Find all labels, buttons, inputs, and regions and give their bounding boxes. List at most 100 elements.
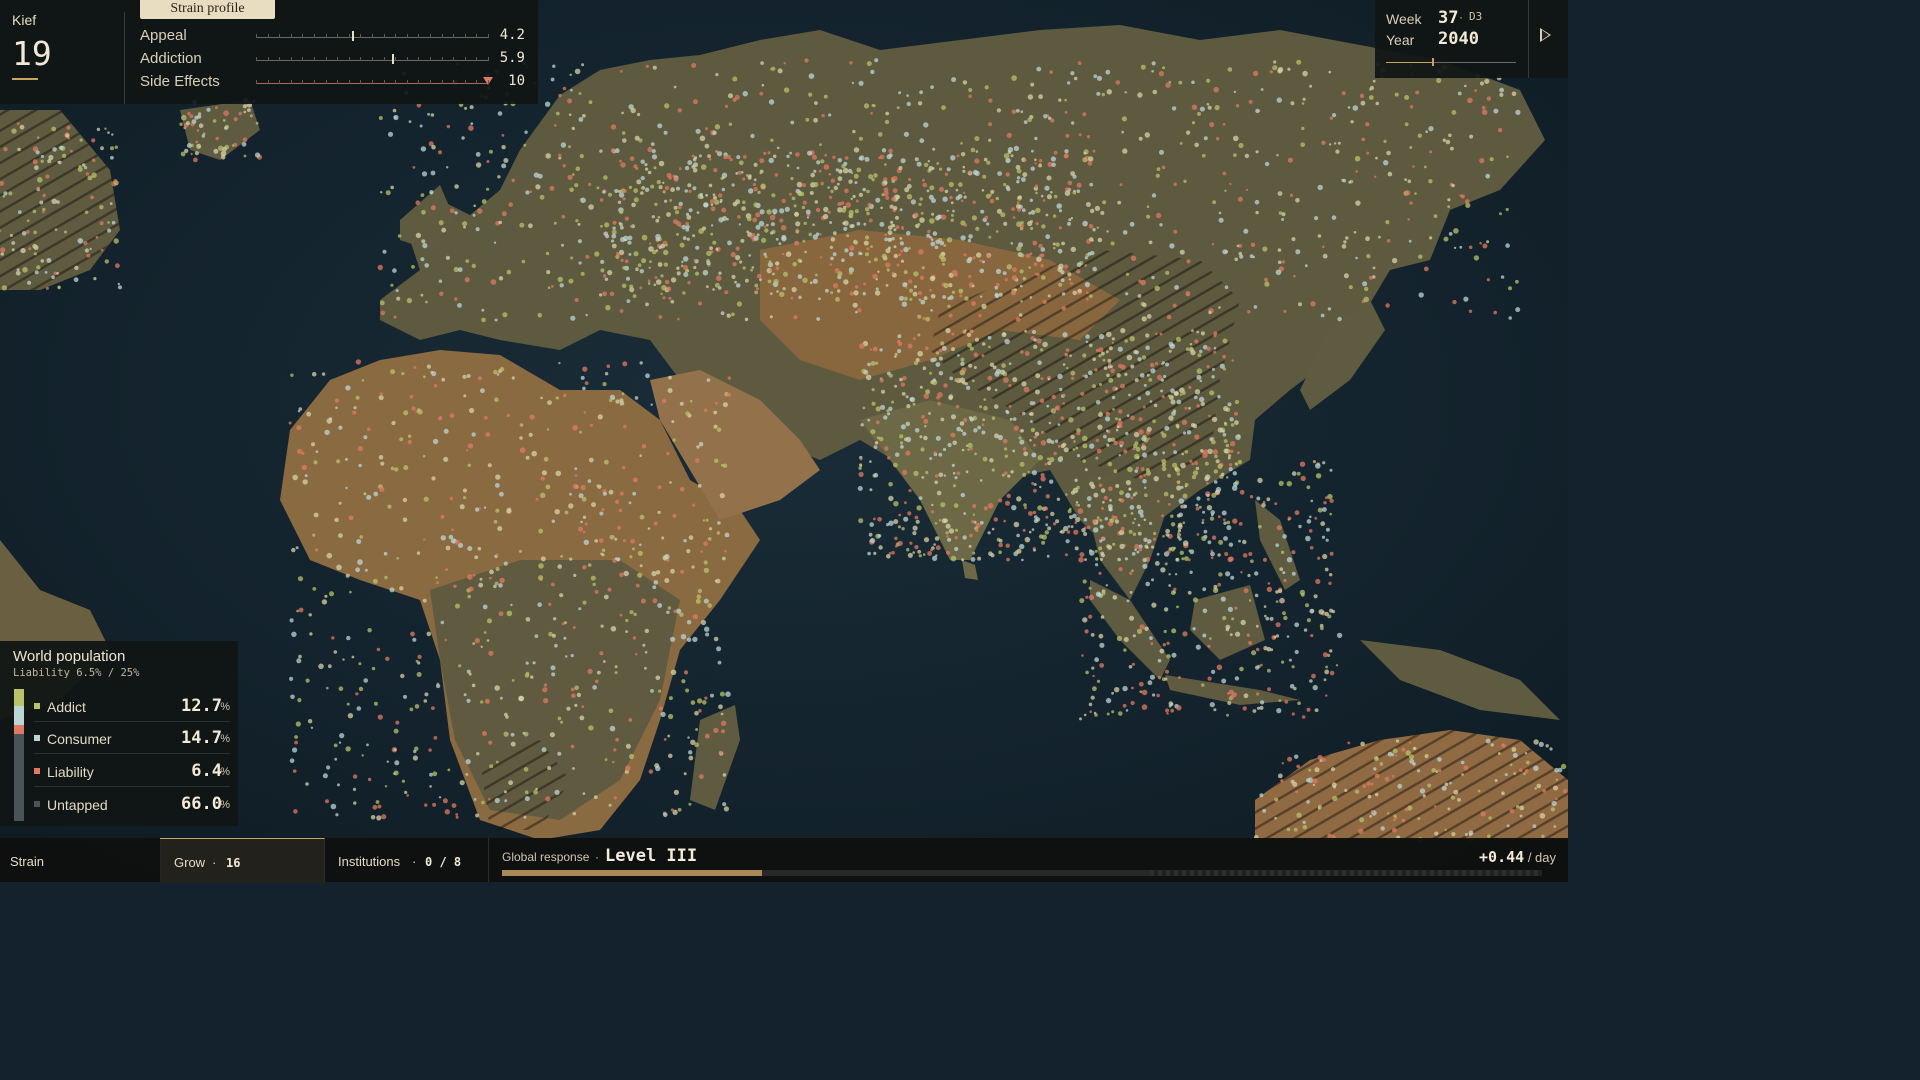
population-dot bbox=[728, 93, 733, 99]
population-dot bbox=[1418, 254, 1423, 259]
population-dot bbox=[1284, 700, 1289, 704]
population-dot bbox=[918, 291, 922, 296]
population-dot bbox=[667, 606, 672, 610]
population-dot bbox=[1088, 156, 1094, 162]
population-dot bbox=[1082, 157, 1088, 163]
population-dot bbox=[930, 510, 935, 514]
population-dot bbox=[1054, 439, 1059, 443]
population-dot bbox=[917, 549, 922, 554]
population-dot bbox=[572, 767, 575, 770]
population-dot bbox=[438, 220, 444, 226]
population-dot bbox=[778, 242, 782, 246]
population-dot bbox=[833, 283, 839, 289]
population-dot bbox=[860, 252, 863, 255]
global-response-label: Global response bbox=[502, 850, 590, 864]
population-dot bbox=[718, 750, 723, 755]
population-dot bbox=[896, 339, 901, 344]
population-dot bbox=[1136, 628, 1143, 635]
population-dot bbox=[1171, 652, 1177, 658]
population-dot bbox=[1074, 546, 1079, 551]
population-dot bbox=[1100, 211, 1105, 215]
tab-grow[interactable]: Grow · 16 bbox=[160, 838, 325, 883]
population-dot bbox=[1056, 203, 1062, 209]
population-dot bbox=[490, 279, 497, 285]
population-dot bbox=[459, 780, 465, 786]
population-dot bbox=[1485, 173, 1491, 179]
population-dot bbox=[501, 134, 505, 137]
population-dot bbox=[1222, 432, 1227, 437]
population-dot bbox=[1035, 207, 1041, 214]
population-dot bbox=[1046, 554, 1050, 558]
population-dot bbox=[462, 374, 467, 379]
population-dot bbox=[909, 541, 913, 545]
population-dot bbox=[1223, 439, 1228, 443]
population-dot bbox=[1138, 417, 1143, 422]
population-dot bbox=[704, 626, 710, 632]
population-dot bbox=[717, 660, 722, 665]
population-dot bbox=[668, 375, 672, 380]
population-dot bbox=[1375, 101, 1380, 106]
population-dot bbox=[1049, 70, 1053, 74]
population-dot bbox=[1231, 485, 1238, 491]
population-dot bbox=[1106, 331, 1112, 338]
population-dot bbox=[1019, 227, 1024, 231]
population-dot bbox=[1266, 646, 1272, 652]
population-dot bbox=[1006, 132, 1012, 138]
population-dot bbox=[1170, 514, 1174, 518]
population-dot bbox=[692, 503, 696, 507]
population-dot bbox=[1194, 461, 1198, 466]
population-dot bbox=[1070, 281, 1073, 285]
population-dot bbox=[1209, 390, 1215, 396]
strain-profile-tab[interactable]: Strain profile bbox=[140, 0, 275, 19]
population-stacked-bar bbox=[14, 689, 24, 821]
population-dot bbox=[110, 146, 114, 151]
population-dot bbox=[1468, 245, 1473, 250]
population-dot bbox=[720, 720, 727, 726]
play-icon[interactable] bbox=[1540, 28, 1551, 42]
population-dot bbox=[1091, 384, 1097, 389]
population-dot bbox=[596, 484, 600, 488]
population-dot bbox=[607, 270, 613, 276]
population-dot bbox=[994, 433, 999, 439]
population-dot bbox=[597, 414, 603, 420]
population-dot bbox=[498, 220, 503, 225]
population-dot bbox=[1003, 377, 1009, 383]
population-dot bbox=[884, 233, 887, 237]
population-dot bbox=[1322, 652, 1328, 658]
population-dot bbox=[793, 204, 797, 208]
population-dot bbox=[965, 470, 969, 474]
population-dot bbox=[919, 275, 925, 280]
population-dot bbox=[934, 536, 940, 541]
population-dot bbox=[652, 585, 657, 590]
population-dot bbox=[873, 472, 879, 478]
population-dot bbox=[54, 228, 58, 232]
population-dot bbox=[1453, 246, 1457, 250]
population-dot bbox=[1191, 121, 1196, 125]
population-dot bbox=[1095, 563, 1099, 567]
population-dot bbox=[395, 720, 400, 725]
population-dot bbox=[1100, 615, 1105, 619]
population-dot bbox=[1278, 589, 1283, 594]
population-dot bbox=[468, 672, 472, 676]
population-dot bbox=[1176, 472, 1181, 476]
population-dot bbox=[721, 207, 727, 213]
population-dot bbox=[870, 429, 876, 435]
population-dot bbox=[667, 734, 671, 738]
population-dot bbox=[562, 86, 567, 91]
population-dot bbox=[935, 239, 940, 245]
population-dot bbox=[1149, 400, 1153, 403]
tab-strain[interactable]: Strain bbox=[0, 838, 161, 882]
population-dot bbox=[1013, 521, 1020, 528]
population-dot bbox=[1387, 751, 1393, 757]
population-dot bbox=[1152, 693, 1156, 697]
population-dot bbox=[352, 774, 358, 779]
population-dot bbox=[1336, 632, 1343, 639]
tab-institutions[interactable]: Institutions · 0 / 8 bbox=[324, 838, 489, 882]
population-dot bbox=[954, 546, 959, 552]
population-dot bbox=[1449, 781, 1452, 785]
population-dot bbox=[664, 199, 668, 203]
population-dot bbox=[1214, 105, 1220, 111]
population-dot bbox=[1165, 669, 1169, 674]
population-dot bbox=[1214, 454, 1218, 459]
population-dot bbox=[1028, 266, 1031, 269]
